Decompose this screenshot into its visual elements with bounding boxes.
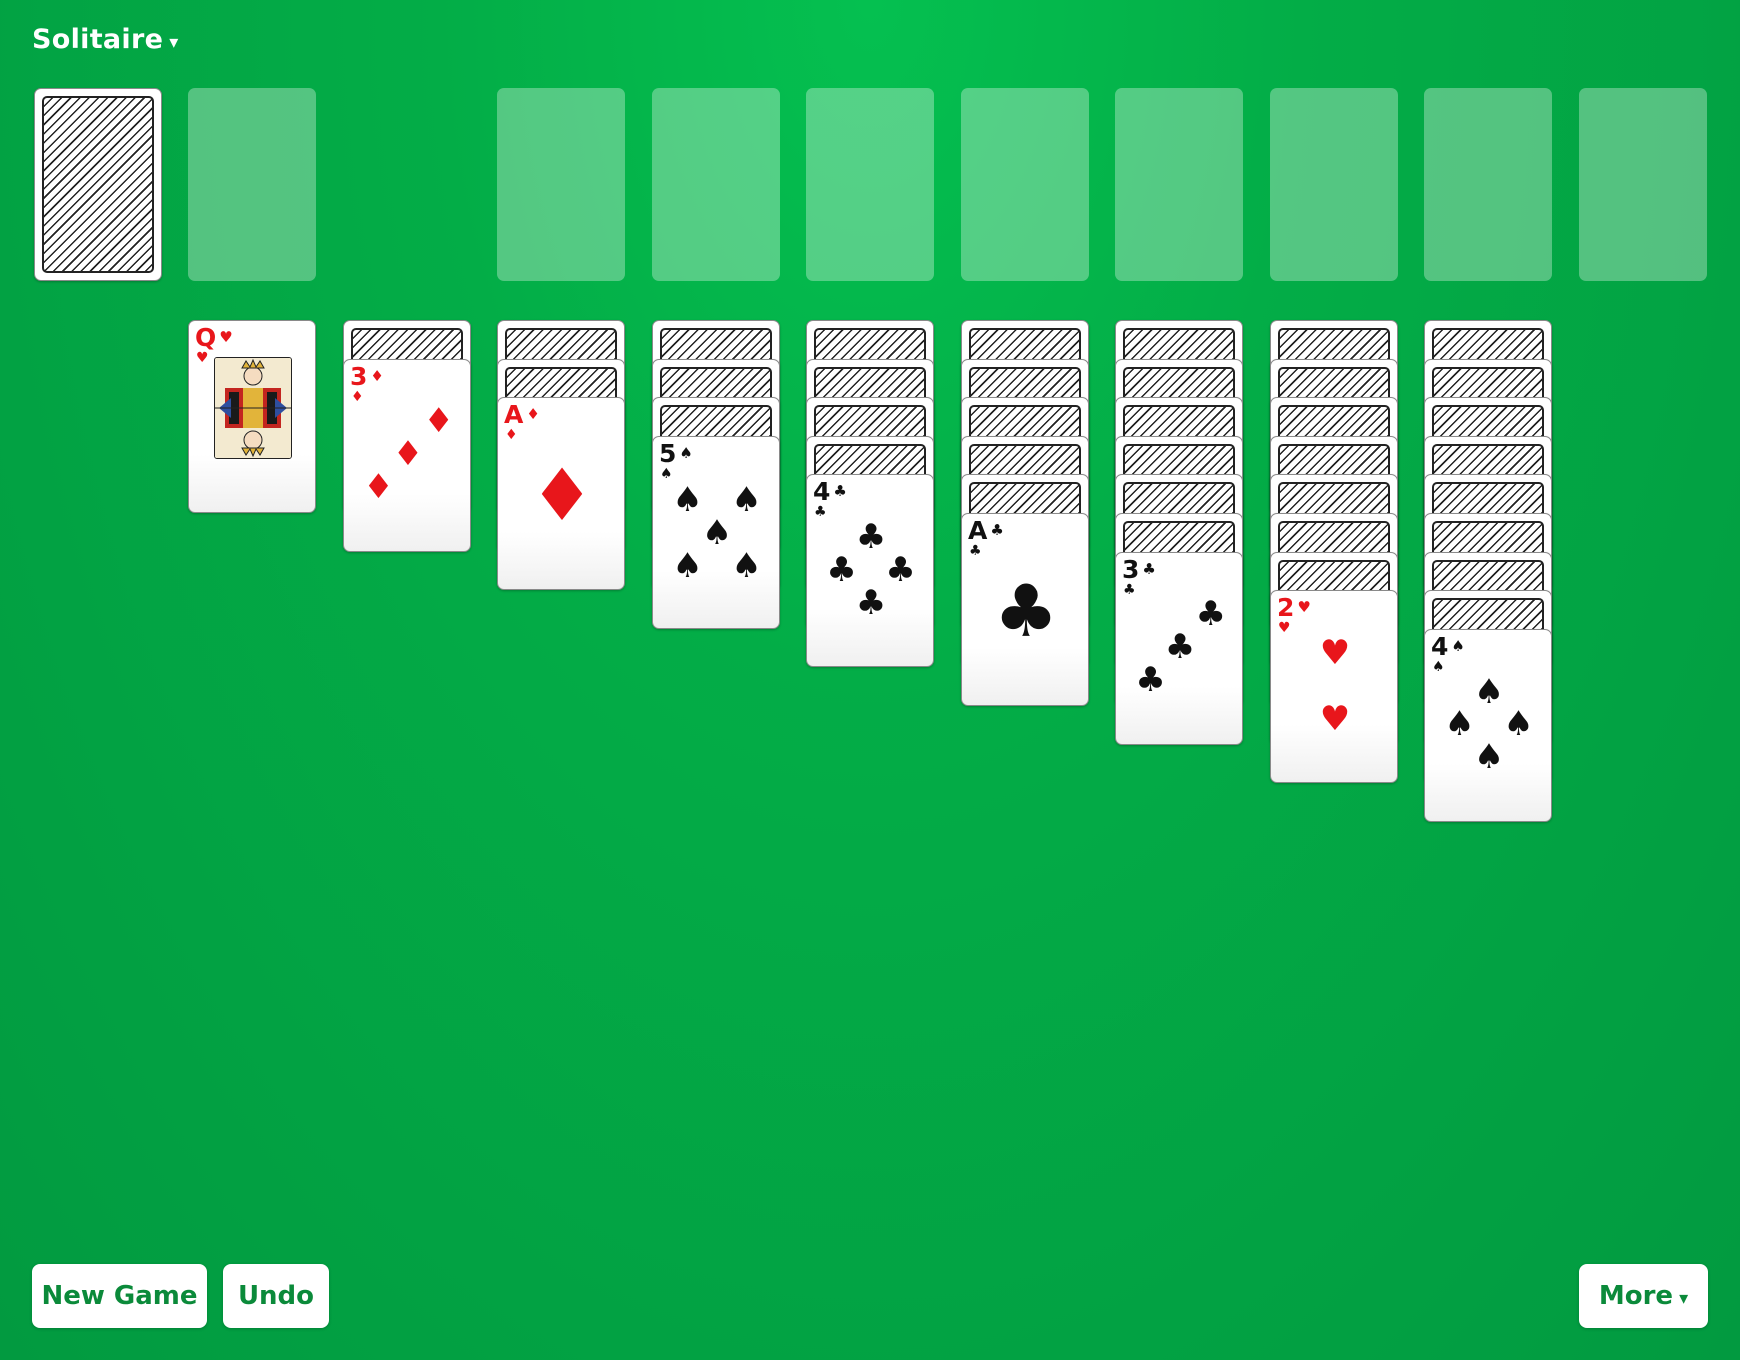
- card-corner-index: 4 ♠ ♠: [1431, 634, 1465, 674]
- clubs-pip-icon: ♣: [826, 549, 857, 590]
- stock-pile[interactable]: [34, 88, 162, 281]
- foundation-slot[interactable]: [1270, 88, 1398, 281]
- card-corner-row: Q ♥: [195, 325, 233, 350]
- card-corner-row: A ♦: [504, 402, 540, 427]
- card-3-of-clubs[interactable]: 3 ♣ ♣ ♣ ♣ ♣: [1115, 551, 1243, 745]
- card-corner-row: 3 ♣: [1122, 557, 1156, 582]
- card-corner-index: 3 ♦ ♦: [350, 364, 384, 404]
- diamonds-pip-icon: ♦: [529, 452, 595, 537]
- spades-pip-icon: ♠: [731, 480, 762, 521]
- diamonds-icon: ♦: [526, 405, 540, 424]
- waste-pile[interactable]: [188, 88, 316, 281]
- hearts-icon: ♥: [1278, 620, 1291, 637]
- diamonds-icon: ♦: [351, 388, 364, 405]
- game-title: Solitaire: [32, 24, 164, 55]
- spades-pip-icon: ♠: [672, 480, 703, 521]
- card-corner-index: 4 ♣ ♣: [813, 479, 847, 519]
- card-5-of-spades[interactable]: 5 ♠ ♠ ♠ ♠ ♠ ♠ ♠: [652, 435, 780, 629]
- foundation-slot[interactable]: [652, 88, 780, 281]
- chevron-down-icon: ▾: [169, 32, 179, 53]
- hearts-icon: ♥: [196, 350, 209, 366]
- card-rank: 4: [1431, 631, 1449, 661]
- clubs-icon: ♣: [814, 504, 827, 521]
- diamonds-icon: ♦: [370, 366, 384, 385]
- spades-pip-icon: ♠: [672, 546, 703, 587]
- foundation-slot[interactable]: [806, 88, 934, 281]
- new-game-button[interactable]: New Game: [32, 1264, 207, 1328]
- card-rank: A: [504, 400, 524, 430]
- clubs-icon: ♣: [990, 521, 1004, 539]
- clubs-pip-icon: ♣: [855, 517, 887, 558]
- card-q-of-hearts[interactable]: Q ♥ ♥: [188, 320, 316, 513]
- clubs-icon: ♣: [833, 482, 847, 501]
- card-corner-index: 2 ♥ ♥: [1277, 595, 1311, 635]
- foundation-slot[interactable]: [1115, 88, 1243, 281]
- spades-pip-icon: ♠: [731, 546, 762, 587]
- clubs-icon: ♣: [969, 543, 982, 559]
- clubs-pip-icon: ♣: [1164, 627, 1196, 668]
- hearts-pip-icon: ♥: [1319, 698, 1351, 739]
- card-corner-index: 3 ♣ ♣: [1122, 557, 1156, 597]
- card-4-of-spades[interactable]: 4 ♠ ♠ ♠ ♠ ♠ ♠: [1424, 628, 1552, 822]
- undo-label: Undo: [237, 1281, 315, 1311]
- clubs-icon: ♣: [1142, 559, 1156, 578]
- spades-pip-icon: ♠: [1503, 704, 1534, 745]
- card-rank: 2: [1277, 593, 1295, 623]
- hearts-icon: ♥: [1297, 598, 1311, 617]
- spades-icon: ♠: [660, 465, 673, 482]
- card-corner-index: 5 ♠ ♠: [659, 441, 693, 481]
- card-corner-row: 2 ♥: [1277, 595, 1311, 620]
- foundation-slot[interactable]: [497, 88, 625, 281]
- game-menu[interactable]: Solitaire ▾: [32, 24, 179, 55]
- card-corner-row: 5 ♠: [659, 441, 693, 466]
- card-corner-index: A ♦ ♦: [504, 402, 540, 442]
- card-rank: 4: [813, 477, 831, 507]
- foundation-slot[interactable]: [1579, 88, 1707, 281]
- card-a-of-diamonds[interactable]: A ♦ ♦ ♦: [497, 397, 625, 591]
- more-label: More: [1598, 1281, 1674, 1311]
- card-rank: 3: [1122, 554, 1140, 584]
- clubs-pip-icon: ♣: [1135, 659, 1166, 700]
- card-corner-row: A ♣: [968, 518, 1004, 543]
- clubs-icon: ♣: [1123, 581, 1136, 598]
- spades-pip-icon: ♠: [1473, 671, 1505, 712]
- spades-pip-icon: ♠: [1473, 737, 1505, 778]
- clubs-pip-icon: ♣: [993, 568, 1059, 653]
- queen-portrait-icon: [215, 358, 291, 458]
- card-rank: 5: [659, 438, 677, 468]
- hearts-pip-icon: ♥: [1319, 632, 1351, 673]
- foundation-slot[interactable]: [1424, 88, 1552, 281]
- diamonds-pip-icon: ♦: [392, 434, 424, 475]
- diamonds-icon: ♦: [505, 427, 518, 444]
- spades-icon: ♠: [1432, 658, 1445, 675]
- foundation-slot[interactable]: [961, 88, 1089, 281]
- card-rank: 3: [350, 361, 368, 391]
- card-corner-row: 4 ♠: [1431, 634, 1465, 659]
- queen-face-art: [214, 357, 292, 459]
- card-3-of-diamonds[interactable]: 3 ♦ ♦ ♦ ♦ ♦: [343, 358, 471, 552]
- card-rank: A: [968, 516, 988, 545]
- card-corner-row: 3 ♦: [350, 364, 384, 389]
- card-corner-index: A ♣ ♣: [968, 518, 1004, 558]
- spades-icon: ♠: [1451, 636, 1465, 655]
- diamonds-pip-icon: ♦: [363, 466, 394, 507]
- spades-pip-icon: ♠: [701, 513, 733, 554]
- diamonds-pip-icon: ♦: [423, 401, 454, 442]
- card-back: [42, 96, 154, 273]
- clubs-pip-icon: ♣: [855, 582, 887, 623]
- new-game-label: New Game: [41, 1281, 198, 1311]
- card-rank: Q: [195, 323, 217, 352]
- chevron-down-icon: ▾: [1679, 1287, 1689, 1309]
- undo-button[interactable]: Undo: [223, 1264, 329, 1328]
- spades-pip-icon: ♠: [1444, 704, 1475, 745]
- card-4-of-clubs[interactable]: 4 ♣ ♣ ♣ ♣ ♣ ♣: [806, 474, 934, 668]
- clubs-pip-icon: ♣: [885, 549, 916, 590]
- more-button[interactable]: More ▾: [1579, 1264, 1708, 1328]
- spades-icon: ♠: [679, 443, 693, 462]
- card-2-of-hearts[interactable]: 2 ♥ ♥ ♥ ♥: [1270, 590, 1398, 784]
- card-corner-row: 4 ♣: [813, 479, 847, 504]
- clubs-pip-icon: ♣: [1195, 594, 1226, 635]
- hearts-icon: ♥: [219, 328, 233, 346]
- card-a-of-clubs[interactable]: A ♣ ♣ ♣: [961, 513, 1089, 706]
